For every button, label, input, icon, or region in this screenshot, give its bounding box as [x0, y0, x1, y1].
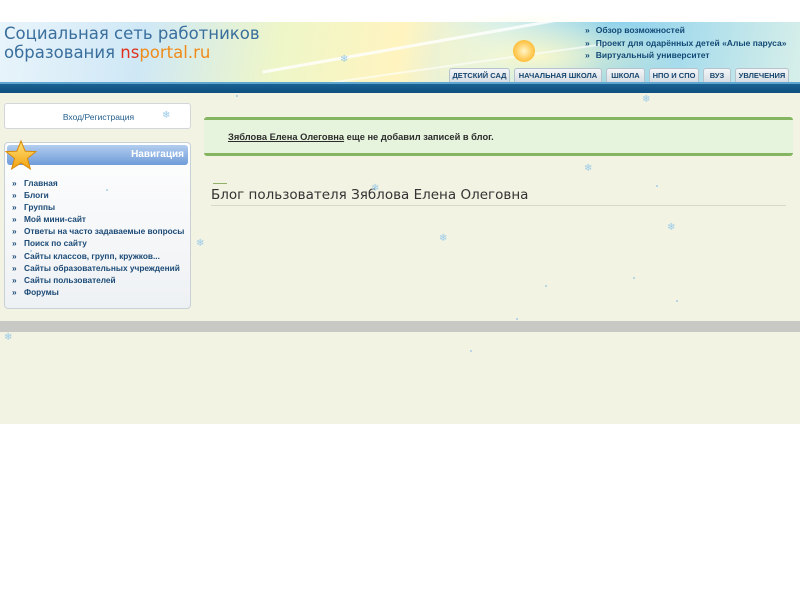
snowflake-icon: ❄ [439, 233, 448, 244]
snow-dot [545, 285, 547, 287]
top-link-label: Обзор возможностей [595, 25, 685, 35]
tab-hobbies[interactable]: УВЛЕЧЕНИЯ [735, 68, 789, 82]
bullet-icon: » [12, 274, 17, 285]
top-link-project[interactable]: » Проект для одарённых детей «Алые паруса… [585, 37, 786, 50]
bullet-icon: » [585, 50, 590, 60]
bullet-icon: » [12, 190, 17, 201]
bullet-icon: » [12, 214, 17, 225]
site-title-prefix: образования [4, 43, 121, 62]
sun-graphic [513, 40, 535, 62]
nav-item-label: Блоги [24, 190, 49, 201]
snow-dot [30, 250, 32, 252]
snowflake-icon: ❄ [340, 54, 349, 65]
bullet-icon: » [12, 286, 17, 297]
nav-item-blogs[interactable]: » Блоги [12, 189, 184, 201]
snow-dot [676, 300, 678, 302]
bullet-icon: » [12, 262, 17, 273]
tab-university[interactable]: ВУЗ [703, 68, 731, 82]
navigation-title: Навигация [131, 149, 184, 160]
top-links-list: » Обзор возможностей » Проект для одарённы… [585, 24, 786, 62]
nav-item-forums[interactable]: » Форумы [12, 286, 184, 298]
nav-item-label: Сайты классов, групп, кружков... [24, 250, 160, 261]
bullet-icon: » [585, 25, 590, 35]
snowflake-icon: ❄ [196, 238, 205, 249]
notice-message-text: еще не добавил записей в блог. [344, 132, 494, 142]
snow-dot [656, 185, 658, 187]
footer-area [0, 332, 800, 424]
nav-item-mini-site[interactable]: » Мой мини-сайт [12, 213, 184, 225]
bullet-icon: » [12, 250, 17, 261]
nav-item-label: Ответы на часто задаваемые вопросы [24, 226, 185, 237]
site-title-accent: ns [120, 43, 140, 62]
snow-dot [236, 95, 238, 97]
snow-dot [516, 318, 518, 320]
star-icon [4, 139, 38, 171]
title-divider [211, 205, 786, 206]
bullet-icon: » [12, 178, 17, 188]
bullet-icon: » [585, 37, 590, 48]
tab-kindergarten[interactable]: ДЕТСКИЙ САД [449, 68, 510, 82]
nav-item-label: Форумы [24, 286, 59, 297]
navigation-panel: Навигация » Главная » Блоги » Группы » Мой м… [4, 139, 191, 309]
title-accent-mark [213, 183, 227, 184]
tab-school[interactable]: ШКОЛА [606, 68, 645, 82]
nav-item-institution-sites[interactable]: » Сайты образовательных учреждений [12, 262, 184, 274]
nav-item-class-sites[interactable]: » Сайты классов, групп, кружков... [12, 250, 184, 262]
section-tabs: ДЕТСКИЙ САД НАЧАЛЬНАЯ ШКОЛА ШКОЛА НПО И … [0, 68, 800, 82]
empty-blog-notice: Зяблова Елена Олеговна еще не добавил за… [204, 117, 793, 156]
snowflake-icon: ❄ [4, 332, 13, 343]
snowflake-icon: ❄ [371, 183, 380, 194]
notice-message: Зяблова Елена Олеговна еще не добавил за… [228, 132, 494, 142]
snow-dot [470, 350, 472, 352]
nav-item-label: Группы [24, 202, 56, 213]
snowflake-icon: ❄ [584, 163, 593, 174]
notice-user-link[interactable]: Зяблова Елена Олеговна [228, 132, 344, 142]
top-link-label: Виртуальный университет [595, 50, 710, 60]
footer-divider [0, 321, 800, 332]
nav-item-label: Сайты образовательных учреждений [24, 262, 180, 273]
navigation-list: » Главная » Блоги » Группы » Мой мини-сайт »… [12, 177, 184, 298]
bullet-icon: » [12, 226, 17, 237]
tab-primary-school[interactable]: НАЧАЛЬНАЯ ШКОЛА [514, 68, 602, 82]
page-title: Блог пользователя Зяблова Елена Олеговна [211, 187, 529, 203]
header-bar-highlight [0, 82, 800, 84]
tab-vocational[interactable]: НПО И СПО [649, 68, 699, 82]
nav-item-label: Сайты пользователей [24, 274, 116, 285]
nav-item-user-sites[interactable]: » Сайты пользователей [12, 274, 184, 286]
top-link-label: Проект для одарённых детей «Алые паруса» [595, 37, 787, 48]
snow-dot [106, 189, 108, 191]
nav-item-home[interactable]: » Главная [12, 177, 184, 189]
top-link-overview[interactable]: » Обзор возможностей [585, 24, 786, 37]
nav-item-label: Главная [24, 178, 58, 188]
site-logo-title[interactable]: Социальная сеть работников образования n… [4, 24, 260, 62]
snowflake-icon: ❄ [667, 222, 676, 233]
nav-item-label: Мой мини-сайт [24, 214, 86, 225]
site-title-domain: portal.ru [139, 43, 211, 62]
snowflake-icon: ❄ [162, 110, 171, 121]
nav-item-label: Поиск по сайту [24, 238, 87, 249]
nav-item-faq[interactable]: » Ответы на часто задаваемые вопросы [12, 225, 184, 237]
top-link-university[interactable]: » Виртуальный университет [585, 49, 786, 62]
site-title-line2: образования nsportal.ru [4, 43, 260, 62]
snow-dot [633, 277, 635, 279]
bullet-icon: » [12, 238, 17, 249]
header-bar [0, 82, 800, 93]
site-title-line1: Социальная сеть работников [4, 24, 260, 43]
nav-item-groups[interactable]: » Группы [12, 201, 184, 213]
snowflake-icon: ❄ [642, 94, 651, 105]
nav-item-search[interactable]: » Поиск по сайту [12, 237, 184, 249]
bullet-icon: » [12, 202, 17, 213]
